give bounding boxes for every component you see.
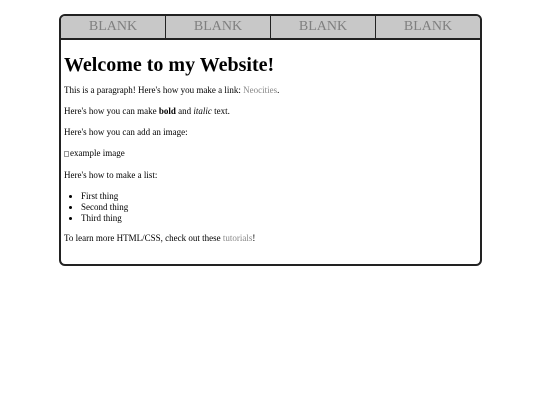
main-content: Welcome to my Website! This is a paragra… [61, 53, 480, 264]
nav-item-4[interactable]: BLANK [376, 16, 480, 38]
paragraph-text: text. [211, 106, 230, 116]
broken-image-icon [64, 150, 69, 157]
paragraph-text: To learn more HTML/CSS, check out these [64, 232, 223, 243]
paragraph-text: . [277, 85, 280, 95]
list-item: Second thing [81, 202, 480, 213]
italic-text: italic [193, 106, 212, 116]
paragraph-tutorials: To learn more HTML/CSS, check out these … [64, 233, 480, 244]
example-list: First thing Second thing Third thing [64, 191, 480, 224]
paragraph-text: ! [252, 232, 256, 243]
image-alt-text: example image [70, 148, 125, 158]
example-image: example image [64, 148, 480, 160]
bold-text: bold [158, 106, 176, 116]
neocities-link[interactable]: Neocities [243, 85, 277, 95]
list-item: Third thing [81, 213, 480, 224]
paragraph-image-intro: Here's how you can add an image: [64, 127, 188, 137]
nav-item-3[interactable]: BLANK [271, 16, 376, 38]
paragraph-list-intro: Here's how to make a list: [64, 169, 158, 180]
page-container: BLANK BLANK BLANK BLANK Welcome to my We… [59, 14, 482, 266]
list-item: First thing [81, 191, 480, 202]
paragraph-text: and [175, 106, 194, 116]
paragraph-link: This is a paragraph! Here's how you make… [64, 85, 480, 96]
top-nav: BLANK BLANK BLANK BLANK [61, 16, 480, 40]
nav-item-2[interactable]: BLANK [166, 16, 271, 38]
paragraph-formatting: Here's how you can make bold and italic … [64, 106, 480, 117]
nav-item-1[interactable]: BLANK [61, 16, 166, 38]
page-title: Welcome to my Website! [64, 54, 275, 76]
paragraph-text: Here's how you can make [64, 106, 159, 116]
paragraph-text: This is a paragraph! Here's how you make… [64, 85, 244, 95]
tutorials-link[interactable]: tutorials [223, 233, 253, 243]
